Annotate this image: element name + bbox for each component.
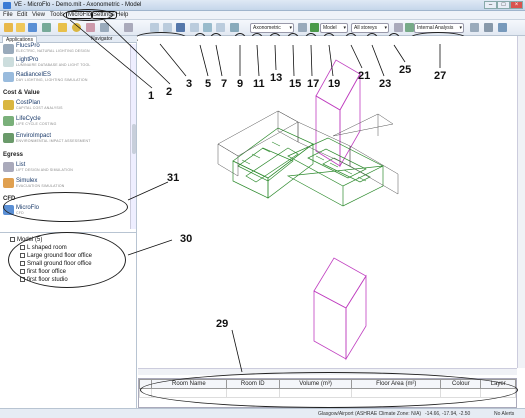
callout-leader-lines <box>69 19 441 373</box>
callout-number: 21 <box>358 70 371 82</box>
callout-number: 15 <box>289 78 302 90</box>
callout-number: 3 <box>186 78 193 90</box>
callout-number: 25 <box>399 64 412 76</box>
callout-number: 31 <box>167 172 180 184</box>
callout-number: 30 <box>180 233 193 245</box>
callout-number: 29 <box>216 318 229 330</box>
callout-number: 9 <box>237 78 244 90</box>
callout-number: 27 <box>434 70 447 82</box>
callout-number: 11 <box>253 78 265 90</box>
callout-number: 5 <box>205 78 212 90</box>
callout-number: 2 <box>166 86 173 98</box>
callout-number: 7 <box>221 78 228 90</box>
callout-number: 17 <box>307 78 320 90</box>
callout-number: 19 <box>328 78 341 90</box>
callout-number: 1 <box>148 90 155 102</box>
callout-number: 23 <box>379 78 392 90</box>
callout-number: 13 <box>270 72 283 84</box>
